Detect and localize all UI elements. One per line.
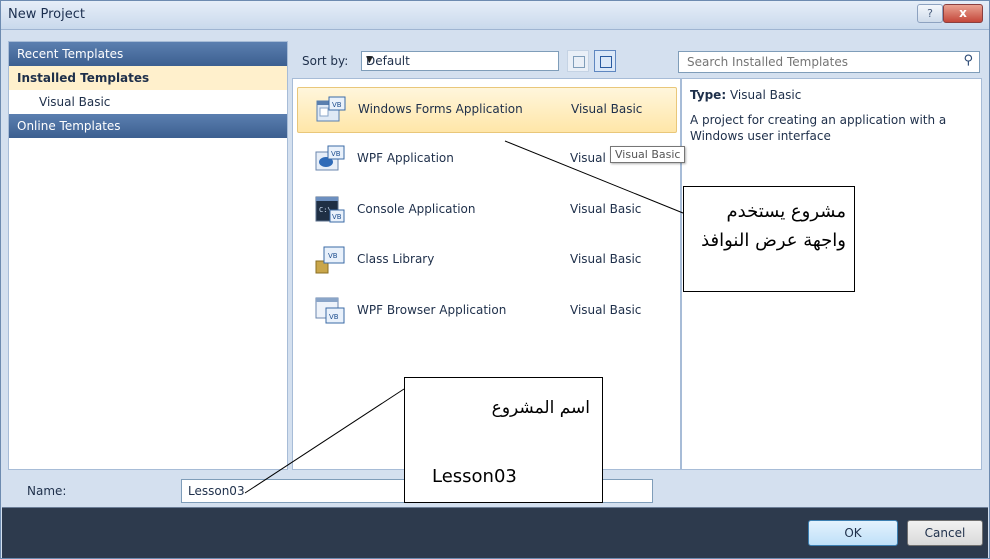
callout-pointer-lines [244, 140, 684, 494]
callout-pointer-line-bottom [244, 388, 405, 494]
callout-pointer-line-top [504, 140, 684, 214]
